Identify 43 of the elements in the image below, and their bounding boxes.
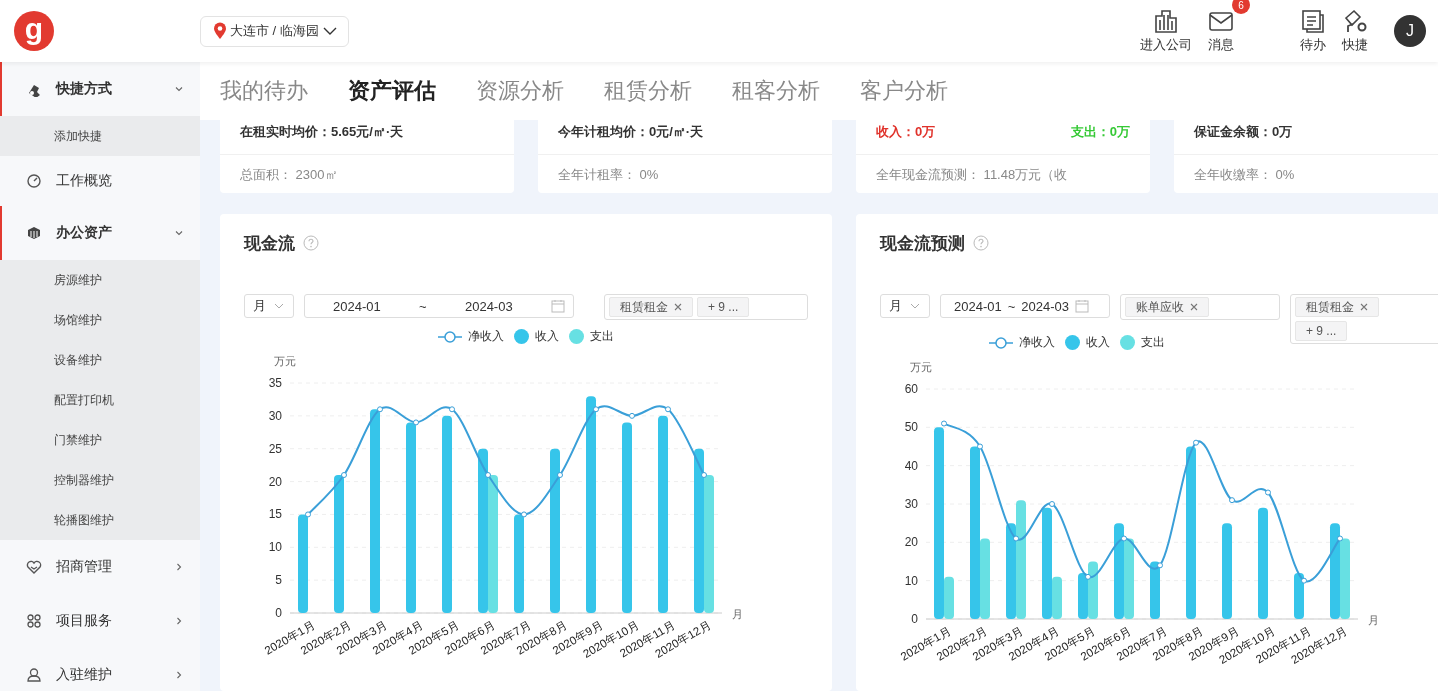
stat-label: 全年现金流预测： 11.48万元（收: [875, 165, 1069, 184]
x-axis-unit: 月: [1368, 614, 1379, 626]
stat-value: 今年计租均价：0元/㎡·天: [558, 122, 704, 141]
stat-label: 全年收缴率： 0%: [1193, 165, 1296, 184]
y-tick-label: 10: [268, 540, 282, 555]
x-axis-unit: 月: [732, 608, 743, 620]
y-tick-label: 60: [904, 382, 918, 396]
end-date: 2024-03: [464, 298, 513, 314]
stat-value: 保证金余额：0万: [1194, 122, 1293, 141]
y-tick-label: 35: [268, 376, 282, 390]
start-date: 2024-01: [333, 298, 381, 314]
y-tick-label: 0: [275, 606, 282, 620]
y-tick-label: 15: [268, 507, 282, 522]
stat-label: 总面积： 2300㎡: [239, 165, 339, 184]
y-tick-label: 20: [904, 535, 918, 550]
y-tick-label: 25: [268, 441, 282, 456]
y-axis-unit: 万元: [910, 361, 932, 373]
y-tick-label: 0: [911, 612, 918, 626]
stat-value: 收入：0万: [876, 122, 936, 141]
start-date: 2024-01: [954, 298, 1002, 314]
legend-label: 收入: [1086, 334, 1110, 351]
stat-label: 全年计租率： 0%: [557, 165, 660, 184]
y-tick-label: 50: [904, 420, 918, 435]
notification-badge: 6: [1232, 0, 1250, 14]
y-tick-label: 5: [275, 573, 282, 588]
y-tick-label: 30: [268, 408, 282, 423]
y-axis-unit: 万元: [274, 355, 296, 367]
end-date: 2024-03: [1021, 298, 1070, 314]
legend-label: 收入: [535, 328, 559, 345]
y-tick-label: 40: [904, 458, 918, 473]
legend-label: 净收入: [468, 328, 504, 345]
legend-label: 净收入: [1019, 334, 1055, 351]
range-separator: ~: [419, 298, 427, 314]
card-title: 现金流: [244, 232, 295, 255]
range-separator: ~: [1007, 298, 1016, 314]
y-tick-label: 30: [904, 497, 918, 511]
stat-value: 支出：0万: [1070, 122, 1130, 141]
stat-value: 在租实时均价：5.65元/㎡·天: [240, 122, 404, 141]
card-title: 现金流预测: [880, 232, 965, 255]
y-tick-label: 20: [268, 474, 282, 489]
legend-label: 支出: [1141, 334, 1165, 351]
y-tick-label: 10: [904, 573, 918, 588]
legend-label: 支出: [590, 328, 614, 345]
